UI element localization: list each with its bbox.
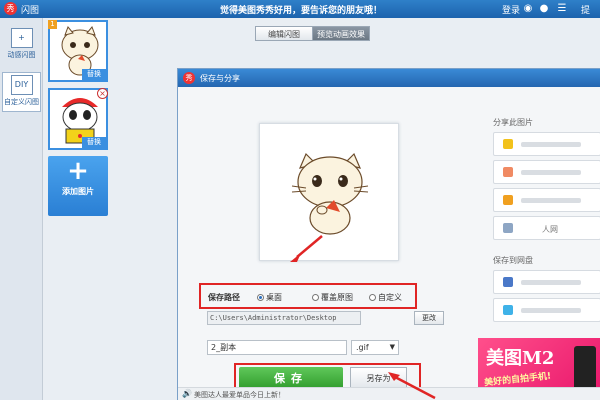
frame-thumbnail[interactable]: 1 替换 bbox=[48, 20, 108, 82]
ad-tagline: 美好的自拍手机! bbox=[483, 371, 552, 389]
app-logo-icon: 秀 bbox=[183, 72, 195, 84]
radio-dot-icon bbox=[312, 294, 319, 301]
radio-custom[interactable]: 自定义 bbox=[369, 292, 402, 303]
tool-label: 动感闪图 bbox=[7, 51, 36, 59]
login-link[interactable]: 登录 bbox=[502, 3, 520, 16]
link-icon bbox=[503, 277, 513, 287]
filename-input[interactable]: 2_副本 bbox=[207, 340, 347, 355]
square-icon bbox=[503, 167, 513, 177]
cloud-option[interactable] bbox=[493, 270, 600, 294]
cloud-option[interactable] bbox=[493, 298, 600, 322]
chevron-down-icon: ▼ bbox=[389, 343, 395, 351]
share-option[interactable] bbox=[493, 160, 600, 184]
cloud-label bbox=[521, 280, 581, 285]
add-image-button[interactable]: + 添加图片 bbox=[48, 156, 108, 216]
ad-headline: 美图M2 bbox=[486, 348, 555, 369]
diy-icon: DIY bbox=[10, 75, 33, 95]
cat-preview-icon bbox=[291, 152, 369, 235]
app-logo-icon: 秀 bbox=[4, 2, 17, 15]
tool-custom-flash[interactable]: DIY 自定义闪图 bbox=[2, 72, 41, 112]
grid-icon bbox=[503, 223, 513, 233]
format-select[interactable]: .gif ▼ bbox=[351, 340, 399, 355]
radio-label: 自定义 bbox=[378, 293, 402, 302]
frames-panel: 1 替换 × 替换 + 添加图片 bbox=[43, 18, 113, 218]
replace-button[interactable]: 替换 bbox=[82, 137, 106, 148]
save-path-group: 保存路径 桌面 覆盖原图 自定义 bbox=[199, 283, 417, 309]
cloud-section-title: 保存到网盘 bbox=[493, 256, 533, 265]
speaker-icon: 🔊 bbox=[182, 389, 192, 398]
save-path-input[interactable]: C:\Users\Administrator\Desktop bbox=[207, 311, 361, 325]
radio-desktop[interactable]: 桌面 bbox=[257, 292, 282, 303]
share-option-renren[interactable]: 人网 bbox=[493, 216, 600, 240]
chat-icon bbox=[503, 195, 513, 205]
share-option[interactable] bbox=[493, 132, 600, 156]
tool-strip: + 动感闪图 DIY 自定义闪图 bbox=[0, 18, 43, 400]
dialog-header: 秀 保存与分享 bbox=[178, 69, 600, 87]
title-bar: 秀 闪图 觉得美图秀秀好用，要告诉您的朋友哦！ 登录 ◉ ● ☰ 提 bbox=[0, 0, 600, 18]
tab-edit-flash[interactable]: 编辑闪图 bbox=[255, 26, 313, 41]
dialog-body: 保存路径 桌面 覆盖原图 自定义 C:\Users\Administrator\… bbox=[178, 87, 600, 400]
image-preview bbox=[259, 123, 399, 261]
share-label bbox=[521, 198, 581, 203]
format-value: .gif bbox=[356, 343, 369, 352]
delete-frame-icon[interactable]: × bbox=[97, 88, 108, 99]
radio-label: 桌面 bbox=[266, 293, 282, 302]
save-path-label: 保存路径 bbox=[208, 293, 240, 302]
radio-dot-icon bbox=[257, 294, 264, 301]
radio-overwrite[interactable]: 覆盖原图 bbox=[312, 292, 353, 303]
radio-dot-icon bbox=[369, 294, 376, 301]
share-section-title: 分享此图片 bbox=[493, 118, 533, 127]
replace-button[interactable]: 替换 bbox=[82, 69, 106, 80]
plus-box-icon: + bbox=[10, 28, 33, 48]
add-image-label: 添加图片 bbox=[62, 187, 94, 196]
promo-banner[interactable]: 觉得美图秀秀好用，要告诉您的朋友哦！ bbox=[220, 3, 382, 16]
frame-number-badge: 1 bbox=[48, 20, 57, 29]
plus-icon: + bbox=[67, 156, 89, 186]
share-option[interactable] bbox=[493, 188, 600, 212]
share-label bbox=[521, 170, 581, 175]
share-label: 人网 bbox=[542, 225, 558, 234]
radio-label: 覆盖原图 bbox=[321, 293, 353, 302]
weibo-icon[interactable]: ◉ bbox=[522, 3, 534, 15]
menu-icon[interactable]: ☰ bbox=[556, 3, 568, 15]
tool-label: 自定义闪图 bbox=[4, 98, 39, 106]
qq-icon[interactable]: ● bbox=[538, 3, 550, 15]
tip-link[interactable]: 提 bbox=[581, 3, 590, 16]
change-path-button[interactable]: 更改 bbox=[414, 311, 444, 325]
tab-preview-animation[interactable]: 预览动画效果 bbox=[312, 26, 370, 41]
bird-icon bbox=[503, 305, 513, 315]
news-bar: 🔊 美图达人最爱单品今日上新！ bbox=[178, 387, 600, 400]
save-share-dialog: 秀 保存与分享 保存路径 桌面 覆盖原图 自定义 C:\Users\Admini… bbox=[177, 68, 600, 400]
dialog-title: 保存与分享 bbox=[200, 74, 240, 83]
news-link[interactable]: 美图达人最爱单品今日上新！ bbox=[194, 390, 285, 400]
share-label bbox=[521, 142, 581, 147]
window-title: 闪图 bbox=[21, 6, 40, 16]
star-icon bbox=[503, 139, 513, 149]
frame-thumbnail[interactable]: × 替换 bbox=[48, 88, 108, 150]
cloud-label bbox=[521, 308, 581, 313]
tool-dynamic-flash[interactable]: + 动感闪图 bbox=[2, 26, 41, 66]
